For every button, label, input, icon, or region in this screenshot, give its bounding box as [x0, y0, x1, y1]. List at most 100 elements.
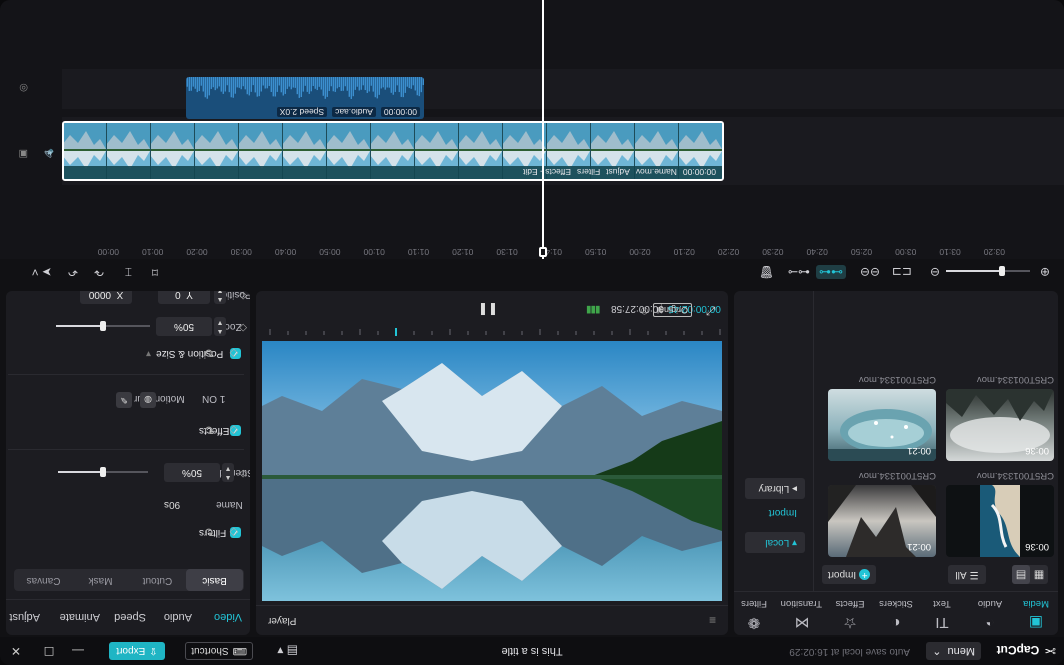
ruler-tick: 02:40: [806, 247, 828, 257]
motion-blur-edit-icon[interactable]: ✎: [116, 392, 132, 408]
keyframe-diamond-icon[interactable]: ◇: [230, 347, 238, 360]
tab-media[interactable]: ▣ Media: [1016, 598, 1056, 631]
document-title[interactable]: This is a title: [501, 645, 562, 657]
playhead[interactable]: [542, 0, 544, 259]
fullscreen-icon[interactable]: ⤢: [706, 303, 716, 318]
crop-icon[interactable]: ⌑: [152, 265, 158, 279]
keyframe-diamond-icon[interactable]: ◇: [239, 291, 247, 301]
player-controls: 00:00:02:45 | 00:00:27:58 ▮▮▮ ❚❚ ⌾ Origi…: [256, 291, 728, 327]
media-thumbnail[interactable]: 00:21: [828, 389, 936, 461]
media-thumbnail[interactable]: 00:36: [946, 485, 1054, 557]
delete-icon[interactable]: 🗑: [759, 265, 774, 279]
tab-filters[interactable]: ❁ Filters: [734, 598, 774, 631]
tab-audio[interactable]: ◔ Audio: [970, 598, 1010, 631]
tab-video[interactable]: Video: [214, 611, 242, 623]
autosave-status: Auto save local at 16:02:29: [789, 646, 910, 657]
keyframe-diamond-icon[interactable]: ◇: [239, 322, 247, 333]
maximize-icon[interactable]: ☐: [41, 643, 57, 659]
split-preview-icon[interactable]: ⊏⊐: [892, 265, 912, 279]
layout-icon[interactable]: ▤ ▾: [277, 644, 298, 658]
position-stepper[interactable]: ▲▼: [214, 291, 226, 304]
position-y-field[interactable]: Y 0: [158, 291, 210, 304]
subtab-cutout[interactable]: Cutout: [129, 569, 186, 591]
shortcut-button[interactable]: ⌨ Shortcut: [185, 642, 253, 660]
tab-stickers[interactable]: ◐ Stickers: [876, 598, 916, 631]
lake-mountain-image: [262, 341, 722, 601]
section-divider: [8, 449, 244, 450]
clip-filters-label[interactable]: Filters: [577, 168, 600, 178]
timeline-ruler[interactable]: 00:00 00:10 00:20 00:30 00:40 00:50 01:00 01:10…: [0, 243, 1064, 259]
reset-icon[interactable]: ↻: [204, 525, 214, 539]
clip-time-label: 00:00:00: [682, 167, 716, 178]
zoom-row: Zoom 50% ▲ ▼ ◇: [6, 315, 250, 337]
tab-audio-props[interactable]: Audio: [164, 611, 192, 623]
strength-value[interactable]: 50%: [164, 463, 220, 482]
more-menu-icon[interactable]: ≡: [709, 613, 716, 627]
close-icon[interactable]: ✕: [8, 643, 24, 659]
pause-button[interactable]: ❚❚: [478, 303, 498, 317]
reset-icon[interactable]: ↻: [204, 346, 214, 360]
caret-down-icon[interactable]: ▾: [146, 348, 151, 359]
grid-view-icon[interactable]: ▦: [1030, 565, 1048, 584]
snap-magnet-icon[interactable]: ⊶⊷: [816, 265, 846, 279]
subtab-canvas[interactable]: Canvas: [15, 569, 72, 591]
position-x-field[interactable]: X 0000: [80, 291, 132, 304]
zoom-out-icon[interactable]: ⊖: [930, 265, 940, 279]
video-clip[interactable]: Effects - Edit Filters Adjust Name.mov 0…: [62, 121, 724, 181]
media-thumbnail[interactable]: 00:21: [828, 485, 936, 557]
undo-icon[interactable]: ↶: [68, 265, 78, 279]
timeline-zoom-slider[interactable]: [946, 266, 1030, 276]
aspect-ratio-button[interactable]: Original: [652, 303, 692, 317]
zoom-value[interactable]: 50%: [156, 317, 212, 336]
sidebar-item-import[interactable]: Import: [745, 502, 805, 523]
ruler-tick: 03:10: [939, 247, 961, 257]
sidebar-item-library[interactable]: ▸ Library: [745, 478, 805, 499]
strength-slider[interactable]: [58, 467, 148, 477]
tab-text[interactable]: TI Text: [922, 598, 962, 631]
audio-clip[interactable]: Speed 2.0X Audio.aac 00:00:00: [186, 77, 424, 119]
zoom-stepper[interactable]: ▲ ▼: [214, 317, 226, 336]
strength-stepper[interactable]: ▲ ▼: [222, 463, 234, 482]
cover-icon[interactable]: ▣: [19, 148, 28, 159]
keyframe-diamond-icon[interactable]: ◇: [239, 468, 247, 479]
tab-speed[interactable]: Speed: [114, 611, 146, 623]
tab-adjust[interactable]: Adjust: [9, 611, 40, 623]
import-button[interactable]: + Import: [822, 565, 876, 584]
tab-animate[interactable]: Animate: [60, 611, 100, 623]
snapshot-icon[interactable]: ⌾: [641, 303, 648, 318]
video-preview[interactable]: [262, 341, 722, 601]
sort-filter-button[interactable]: ☰ All: [948, 565, 986, 584]
zoom-value-slider[interactable]: [56, 321, 150, 331]
shortcut-label: Shortcut: [191, 645, 229, 657]
ruler-tick: 01:20: [452, 247, 474, 257]
split-icon[interactable]: ⌶: [125, 264, 132, 279]
motion-blur-bell-icon[interactable]: ◍: [140, 392, 156, 408]
player-scrub-ruler[interactable]: [262, 327, 722, 337]
subtab-basic[interactable]: Basic: [186, 569, 243, 591]
export-button[interactable]: ⇪ Export: [109, 642, 165, 660]
keyframe-diamond-icon[interactable]: ◇: [230, 424, 238, 437]
tab-effects[interactable]: ☆ Effects: [830, 598, 870, 631]
tab-transition[interactable]: ⋈ Transition: [781, 598, 822, 631]
playhead-handle[interactable]: [539, 247, 547, 257]
keyframe-diamond-icon[interactable]: ◇: [230, 526, 238, 539]
menu-button[interactable]: Menu ⌃: [926, 642, 981, 660]
clip-adjust-label[interactable]: Adjust: [606, 168, 630, 178]
subtab-mask[interactable]: Mask: [72, 569, 129, 591]
clip-effects-label[interactable]: Effects - Edit: [523, 168, 571, 178]
select-tool-icon[interactable]: ➤ ˅: [32, 265, 52, 279]
media-thumbnail[interactable]: 00:36: [946, 389, 1054, 461]
link-icon[interactable]: ⊖⊖: [860, 265, 880, 279]
reset-icon[interactable]: ↻: [204, 423, 214, 437]
zoom-in-icon[interactable]: ⊕: [1040, 265, 1050, 279]
audio-track-icon[interactable]: ◎: [19, 82, 28, 93]
ruler-tick: 03:20: [983, 247, 1005, 257]
main-track-icon[interactable]: ⊷⊸: [788, 265, 810, 279]
sidebar-item-local[interactable]: ▾ Local: [745, 532, 805, 553]
list-view-icon[interactable]: ▤: [1012, 565, 1030, 584]
minimize-icon[interactable]: —: [70, 643, 86, 659]
view-toggle[interactable]: ▦ ▤: [1012, 565, 1048, 584]
redo-icon[interactable]: ↷: [94, 265, 104, 279]
mute-track-icon[interactable]: 🔈: [42, 148, 54, 159]
media-toolbar: + Import ☰ All ▦ ▤: [814, 561, 1058, 585]
